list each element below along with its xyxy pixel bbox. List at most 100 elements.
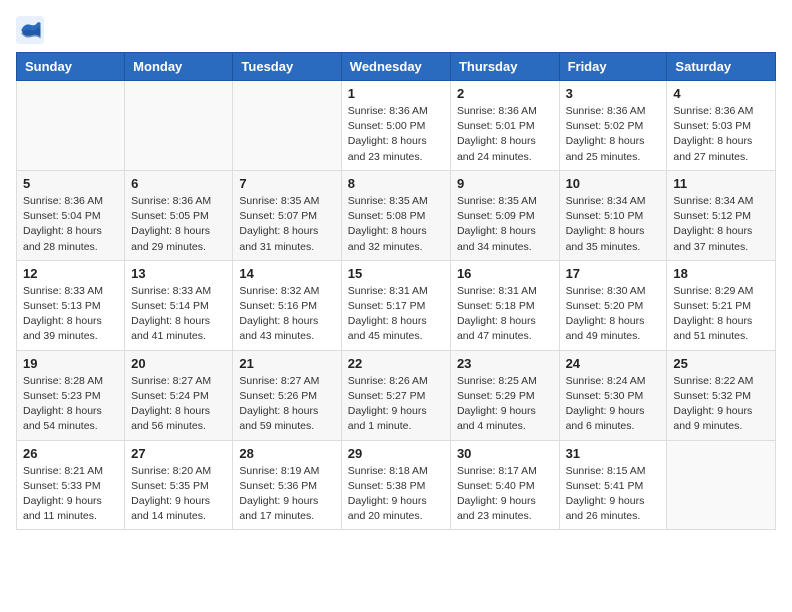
column-header-sunday: Sunday bbox=[17, 53, 125, 81]
day-info: Sunrise: 8:27 AM Sunset: 5:24 PM Dayligh… bbox=[131, 374, 226, 435]
day-info: Sunrise: 8:29 AM Sunset: 5:21 PM Dayligh… bbox=[673, 284, 769, 345]
day-info: Sunrise: 8:24 AM Sunset: 5:30 PM Dayligh… bbox=[566, 374, 661, 435]
day-info: Sunrise: 8:31 AM Sunset: 5:18 PM Dayligh… bbox=[457, 284, 553, 345]
day-info: Sunrise: 8:36 AM Sunset: 5:01 PM Dayligh… bbox=[457, 104, 553, 165]
column-header-monday: Monday bbox=[125, 53, 233, 81]
day-info: Sunrise: 8:36 AM Sunset: 5:00 PM Dayligh… bbox=[348, 104, 444, 165]
logo-icon bbox=[16, 16, 44, 44]
day-number: 28 bbox=[239, 446, 334, 461]
day-info: Sunrise: 8:33 AM Sunset: 5:14 PM Dayligh… bbox=[131, 284, 226, 345]
day-info: Sunrise: 8:34 AM Sunset: 5:12 PM Dayligh… bbox=[673, 194, 769, 255]
calendar-cell bbox=[667, 440, 776, 530]
calendar-cell: 30 Sunrise: 8:17 AM Sunset: 5:40 PM Dayli… bbox=[450, 440, 559, 530]
calendar-cell: 23 Sunrise: 8:25 AM Sunset: 5:29 PM Dayli… bbox=[450, 350, 559, 440]
day-number: 23 bbox=[457, 356, 553, 371]
calendar-cell: 20 Sunrise: 8:27 AM Sunset: 5:24 PM Dayli… bbox=[125, 350, 233, 440]
day-number: 5 bbox=[23, 176, 118, 191]
day-info: Sunrise: 8:36 AM Sunset: 5:03 PM Dayligh… bbox=[673, 104, 769, 165]
column-header-thursday: Thursday bbox=[450, 53, 559, 81]
calendar-cell: 12 Sunrise: 8:33 AM Sunset: 5:13 PM Dayli… bbox=[17, 260, 125, 350]
calendar-week-row: 12 Sunrise: 8:33 AM Sunset: 5:13 PM Dayli… bbox=[17, 260, 776, 350]
calendar-cell: 22 Sunrise: 8:26 AM Sunset: 5:27 PM Dayli… bbox=[341, 350, 450, 440]
day-number: 15 bbox=[348, 266, 444, 281]
calendar-cell: 14 Sunrise: 8:32 AM Sunset: 5:16 PM Dayli… bbox=[233, 260, 341, 350]
calendar-week-row: 5 Sunrise: 8:36 AM Sunset: 5:04 PM Daylig… bbox=[17, 170, 776, 260]
day-number: 7 bbox=[239, 176, 334, 191]
calendar-week-row: 1Sunrise: 8:36 AM Sunset: 5:00 PM Daylig… bbox=[17, 81, 776, 171]
column-header-tuesday: Tuesday bbox=[233, 53, 341, 81]
calendar-cell: 18 Sunrise: 8:29 AM Sunset: 5:21 PM Dayli… bbox=[667, 260, 776, 350]
calendar-cell: 27 Sunrise: 8:20 AM Sunset: 5:35 PM Dayli… bbox=[125, 440, 233, 530]
calendar-cell: 25 Sunrise: 8:22 AM Sunset: 5:32 PM Dayli… bbox=[667, 350, 776, 440]
day-number: 4 bbox=[673, 86, 769, 101]
day-info: Sunrise: 8:32 AM Sunset: 5:16 PM Dayligh… bbox=[239, 284, 334, 345]
calendar-cell: 11 Sunrise: 8:34 AM Sunset: 5:12 PM Dayli… bbox=[667, 170, 776, 260]
calendar-cell: 5 Sunrise: 8:36 AM Sunset: 5:04 PM Daylig… bbox=[17, 170, 125, 260]
calendar-header-row: SundayMondayTuesdayWednesdayThursdayFrid… bbox=[17, 53, 776, 81]
calendar-cell: 3 Sunrise: 8:36 AM Sunset: 5:02 PM Daylig… bbox=[559, 81, 667, 171]
day-number: 26 bbox=[23, 446, 118, 461]
calendar-cell: 4 Sunrise: 8:36 AM Sunset: 5:03 PM Daylig… bbox=[667, 81, 776, 171]
calendar-week-row: 19 Sunrise: 8:28 AM Sunset: 5:23 PM Dayli… bbox=[17, 350, 776, 440]
day-info: Sunrise: 8:30 AM Sunset: 5:20 PM Dayligh… bbox=[566, 284, 661, 345]
day-number: 31 bbox=[566, 446, 661, 461]
day-number: 27 bbox=[131, 446, 226, 461]
day-number: 14 bbox=[239, 266, 334, 281]
day-info: Sunrise: 8:26 AM Sunset: 5:27 PM Dayligh… bbox=[348, 374, 444, 435]
column-header-saturday: Saturday bbox=[667, 53, 776, 81]
calendar-cell: 29Sunrise: 8:18 AM Sunset: 5:38 PM Dayli… bbox=[341, 440, 450, 530]
day-number: 16 bbox=[457, 266, 553, 281]
day-info: Sunrise: 8:35 AM Sunset: 5:09 PM Dayligh… bbox=[457, 194, 553, 255]
day-number: 9 bbox=[457, 176, 553, 191]
day-number: 17 bbox=[566, 266, 661, 281]
calendar-cell: 9 Sunrise: 8:35 AM Sunset: 5:09 PM Daylig… bbox=[450, 170, 559, 260]
day-number: 18 bbox=[673, 266, 769, 281]
day-number: 20 bbox=[131, 356, 226, 371]
day-number: 12 bbox=[23, 266, 118, 281]
calendar-cell: 6Sunrise: 8:36 AM Sunset: 5:05 PM Daylig… bbox=[125, 170, 233, 260]
calendar-cell: 7 Sunrise: 8:35 AM Sunset: 5:07 PM Daylig… bbox=[233, 170, 341, 260]
day-number: 13 bbox=[131, 266, 226, 281]
day-info: Sunrise: 8:19 AM Sunset: 5:36 PM Dayligh… bbox=[239, 464, 334, 525]
calendar-cell: 10Sunrise: 8:34 AM Sunset: 5:10 PM Dayli… bbox=[559, 170, 667, 260]
day-number: 30 bbox=[457, 446, 553, 461]
calendar-cell: 8 Sunrise: 8:35 AM Sunset: 5:08 PM Daylig… bbox=[341, 170, 450, 260]
day-info: Sunrise: 8:25 AM Sunset: 5:29 PM Dayligh… bbox=[457, 374, 553, 435]
day-number: 25 bbox=[673, 356, 769, 371]
day-number: 3 bbox=[566, 86, 661, 101]
page-header bbox=[16, 16, 776, 44]
day-info: Sunrise: 8:33 AM Sunset: 5:13 PM Dayligh… bbox=[23, 284, 118, 345]
column-header-friday: Friday bbox=[559, 53, 667, 81]
column-header-wednesday: Wednesday bbox=[341, 53, 450, 81]
day-info: Sunrise: 8:31 AM Sunset: 5:17 PM Dayligh… bbox=[348, 284, 444, 345]
calendar-cell: 28 Sunrise: 8:19 AM Sunset: 5:36 PM Dayli… bbox=[233, 440, 341, 530]
day-number: 19 bbox=[23, 356, 118, 371]
logo bbox=[16, 16, 48, 44]
calendar-cell: 24 Sunrise: 8:24 AM Sunset: 5:30 PM Dayli… bbox=[559, 350, 667, 440]
day-info: Sunrise: 8:27 AM Sunset: 5:26 PM Dayligh… bbox=[239, 374, 334, 435]
day-info: Sunrise: 8:18 AM Sunset: 5:38 PM Dayligh… bbox=[348, 464, 444, 525]
day-info: Sunrise: 8:17 AM Sunset: 5:40 PM Dayligh… bbox=[457, 464, 553, 525]
day-info: Sunrise: 8:22 AM Sunset: 5:32 PM Dayligh… bbox=[673, 374, 769, 435]
calendar-cell: 2Sunrise: 8:36 AM Sunset: 5:01 PM Daylig… bbox=[450, 81, 559, 171]
calendar-table: SundayMondayTuesdayWednesdayThursdayFrid… bbox=[16, 52, 776, 530]
calendar-cell: 13 Sunrise: 8:33 AM Sunset: 5:14 PM Dayli… bbox=[125, 260, 233, 350]
day-info: Sunrise: 8:35 AM Sunset: 5:07 PM Dayligh… bbox=[239, 194, 334, 255]
day-info: Sunrise: 8:20 AM Sunset: 5:35 PM Dayligh… bbox=[131, 464, 226, 525]
day-info: Sunrise: 8:35 AM Sunset: 5:08 PM Dayligh… bbox=[348, 194, 444, 255]
day-info: Sunrise: 8:21 AM Sunset: 5:33 PM Dayligh… bbox=[23, 464, 118, 525]
day-number: 24 bbox=[566, 356, 661, 371]
day-number: 11 bbox=[673, 176, 769, 191]
calendar-cell: 15 Sunrise: 8:31 AM Sunset: 5:17 PM Dayli… bbox=[341, 260, 450, 350]
day-number: 10 bbox=[566, 176, 661, 191]
day-info: Sunrise: 8:36 AM Sunset: 5:02 PM Dayligh… bbox=[566, 104, 661, 165]
calendar-week-row: 26 Sunrise: 8:21 AM Sunset: 5:33 PM Dayli… bbox=[17, 440, 776, 530]
calendar-cell bbox=[17, 81, 125, 171]
calendar-cell: 16 Sunrise: 8:31 AM Sunset: 5:18 PM Dayli… bbox=[450, 260, 559, 350]
day-number: 22 bbox=[348, 356, 444, 371]
day-info: Sunrise: 8:28 AM Sunset: 5:23 PM Dayligh… bbox=[23, 374, 118, 435]
day-number: 6 bbox=[131, 176, 226, 191]
day-info: Sunrise: 8:36 AM Sunset: 5:04 PM Dayligh… bbox=[23, 194, 118, 255]
day-number: 8 bbox=[348, 176, 444, 191]
calendar-cell: 21Sunrise: 8:27 AM Sunset: 5:26 PM Dayli… bbox=[233, 350, 341, 440]
